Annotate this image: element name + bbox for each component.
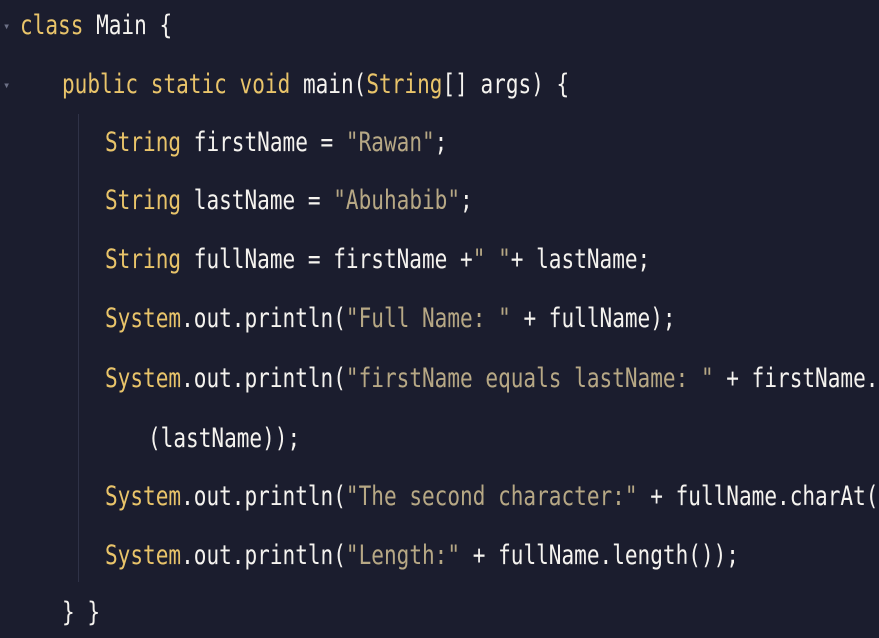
- code-token: + lastName;: [510, 244, 651, 275]
- code-token: "Length:": [345, 540, 461, 571]
- code-line[interactable]: (lastName));: [148, 410, 300, 468]
- code-editor[interactable]: ▾ ▾ class Main { public static void main…: [0, 0, 879, 638]
- code-line[interactable]: System.out.println("Length:" + fullName.…: [105, 527, 739, 585]
- code-token: "Rawan": [345, 127, 435, 158]
- code-line[interactable]: System.out.println("The second character…: [105, 468, 879, 526]
- code-token: .out.println(: [181, 363, 346, 394]
- code-token: void: [239, 69, 291, 100]
- code-line[interactable]: class Main {: [20, 0, 172, 55]
- code-token: (lastName));: [148, 423, 301, 454]
- code-token: static: [150, 69, 227, 100]
- indent-guide: [78, 114, 79, 582]
- code-token: } }: [62, 597, 101, 628]
- code-token: .out.println(: [181, 481, 346, 512]
- code-token: class: [20, 10, 84, 41]
- code-token: String: [105, 127, 182, 158]
- code-token: ;: [460, 185, 473, 216]
- code-token: System: [105, 481, 182, 512]
- code-token: "Abuhabib": [333, 185, 461, 216]
- code-token: fullName = firstName +: [181, 244, 473, 275]
- fold-arrow-icon[interactable]: ▾: [3, 0, 10, 55]
- fold-arrow-icon[interactable]: ▾: [3, 56, 10, 114]
- code-token: "Full Name: ": [345, 303, 511, 334]
- code-line[interactable]: String fullName = firstName +" "+ lastNa…: [105, 231, 650, 289]
- code-line[interactable]: String firstName = "Rawan";: [105, 114, 447, 172]
- code-token: + fullName.charAt(: [637, 481, 879, 512]
- code-token: + firstName.equals: [726, 363, 879, 394]
- code-token: String: [105, 185, 182, 216]
- code-token: String: [105, 244, 182, 275]
- code-token: .out.println(: [181, 303, 346, 334]
- code-token: System: [105, 363, 182, 394]
- code-token: "The second character:": [345, 481, 638, 512]
- code-line[interactable]: System.out.println("Full Name: " + fullN…: [105, 290, 676, 348]
- code-line[interactable]: String lastName = "Abuhabib";: [105, 172, 473, 230]
- code-token: .out.println(: [181, 540, 346, 571]
- code-token: " ": [472, 244, 511, 275]
- code-token: firstName =: [181, 127, 346, 158]
- code-token: + fullName);: [510, 303, 676, 334]
- code-token: lastName =: [181, 185, 334, 216]
- code-token: [] args) {: [442, 69, 570, 100]
- code-token: ;: [434, 127, 448, 158]
- code-token: String: [366, 69, 443, 100]
- code-token: + fullName.length());: [460, 540, 739, 571]
- code-line[interactable]: System.out.println("firstName equals las…: [105, 350, 879, 408]
- code-token: public: [62, 69, 139, 100]
- code-token: System: [105, 303, 182, 334]
- code-line[interactable]: public static void main(String[] args) {: [62, 56, 569, 114]
- code-token: Main {: [83, 10, 173, 41]
- code-token: System: [105, 540, 182, 571]
- code-line[interactable]: } }: [62, 584, 100, 638]
- code-token: "firstName equals lastName: ": [345, 363, 714, 394]
- code-token: main(: [290, 69, 367, 100]
